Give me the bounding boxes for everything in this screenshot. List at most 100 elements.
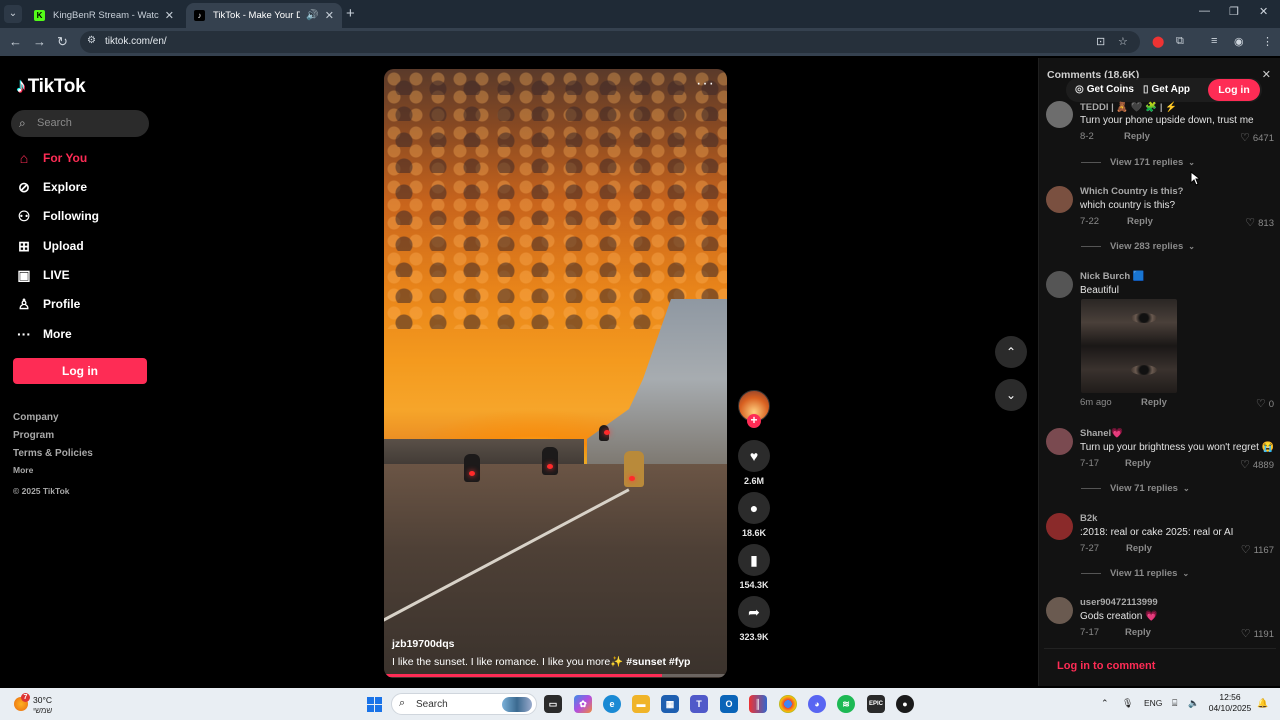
save-button[interactable]: ▮ bbox=[738, 544, 770, 576]
extension-icon[interactable]: ⬤ bbox=[1152, 35, 1164, 48]
tab-search-button[interactable]: ⌄ bbox=[4, 5, 22, 23]
tab-kingbenr[interactable]: K KingBenR Stream - Watch Live ✕ bbox=[26, 3, 182, 28]
video-username[interactable]: jzb19700dqs bbox=[392, 638, 454, 650]
reply-button[interactable]: Reply bbox=[1141, 397, 1167, 408]
speaker-icon[interactable]: 🔊 bbox=[306, 10, 318, 21]
footer-company-link[interactable]: Company bbox=[13, 412, 59, 423]
taskbar-clock[interactable]: 12:56 04/10/2025 bbox=[1208, 692, 1252, 714]
commenter-avatar[interactable] bbox=[1046, 271, 1073, 298]
hashtag-link[interactable]: #fyp bbox=[669, 656, 691, 668]
close-tab-icon[interactable]: ✕ bbox=[165, 9, 174, 22]
commenter-name[interactable]: user90472113999 bbox=[1080, 597, 1158, 608]
install-app-icon[interactable]: ⊡ bbox=[1096, 35, 1105, 48]
nav-profile[interactable]: ♙ Profile bbox=[16, 294, 81, 314]
video-player[interactable]: ··· jzb19700dqs I like the sunset. I lik… bbox=[384, 69, 727, 678]
tiktok-logo[interactable]: ♪ TikTok bbox=[16, 75, 86, 98]
share-button[interactable]: ➦ bbox=[738, 596, 770, 628]
forward-icon[interactable]: → bbox=[33, 34, 46, 49]
comment-image[interactable] bbox=[1081, 299, 1177, 393]
get-app-button[interactable]: ▯ Get App bbox=[1143, 84, 1190, 95]
notification-bell-icon[interactable]: 🔔 bbox=[1257, 698, 1268, 709]
minimize-button[interactable]: — bbox=[1199, 5, 1210, 17]
footer-terms-link[interactable]: Terms & Policies bbox=[13, 448, 93, 459]
copilot-icon[interactable]: ✿ bbox=[574, 695, 592, 713]
login-to-comment-bar[interactable]: Log in to comment bbox=[1044, 648, 1276, 680]
commenter-avatar[interactable] bbox=[1046, 186, 1073, 213]
nav-upload[interactable]: ⊞ Upload bbox=[16, 236, 84, 256]
reply-button[interactable]: Reply bbox=[1125, 627, 1151, 638]
comment-button[interactable]: ● bbox=[738, 492, 770, 524]
nav-more[interactable]: ··· More bbox=[16, 324, 72, 344]
site-info-icon[interactable]: ⚙ bbox=[87, 35, 96, 46]
address-bar[interactable]: ⚙ tiktok.com/en/ bbox=[80, 31, 1140, 53]
app-red-icon[interactable]: ● bbox=[896, 695, 914, 713]
weather-widget[interactable]: 7 30°C שמשי bbox=[12, 693, 72, 717]
nav-live[interactable]: ▣ LIVE bbox=[16, 265, 69, 285]
windows-start-icon[interactable] bbox=[367, 697, 382, 712]
language-indicator[interactable]: ENG bbox=[1144, 698, 1162, 708]
commenter-avatar[interactable] bbox=[1046, 513, 1073, 540]
commenter-avatar[interactable] bbox=[1046, 101, 1073, 128]
chrome-icon[interactable] bbox=[779, 695, 797, 713]
view-replies-button[interactable]: View 11 replies ⌄ bbox=[1081, 568, 1189, 579]
footer-program-link[interactable]: Program bbox=[13, 430, 54, 441]
sidebar-login-button[interactable]: Log in bbox=[13, 358, 147, 384]
tab-tiktok[interactable]: ♪ TikTok - Make Your Day 🔊 ✕ bbox=[186, 3, 342, 28]
commenter-avatar[interactable] bbox=[1046, 597, 1073, 624]
commenter-avatar[interactable] bbox=[1046, 428, 1073, 455]
comment-like-button[interactable]: ♡ 0 bbox=[1256, 397, 1274, 410]
reply-button[interactable]: Reply bbox=[1124, 131, 1150, 142]
close-window-button[interactable]: ✕ bbox=[1259, 5, 1268, 18]
extensions-puzzle-icon[interactable]: ⧉ bbox=[1176, 35, 1184, 48]
follow-plus-icon[interactable]: + bbox=[747, 414, 761, 428]
reply-button[interactable]: Reply bbox=[1125, 458, 1151, 469]
comment-like-button[interactable]: ♡ 813 bbox=[1245, 216, 1274, 229]
commenter-name[interactable]: Nick Burch 🟦 bbox=[1080, 271, 1145, 282]
video-more-options-icon[interactable]: ··· bbox=[696, 75, 715, 93]
view-replies-button[interactable]: View 171 replies ⌄ bbox=[1081, 157, 1195, 168]
spotify-icon[interactable]: ≋ bbox=[837, 695, 855, 713]
reading-list-icon[interactable]: ≡ bbox=[1211, 35, 1217, 47]
file-explorer-icon[interactable]: ▬ bbox=[632, 695, 650, 713]
next-video-button[interactable]: ⌄ bbox=[995, 379, 1027, 411]
nav-following[interactable]: ⚇ Following bbox=[16, 206, 99, 226]
store-icon[interactable]: ▦ bbox=[661, 695, 679, 713]
teams-icon[interactable]: T bbox=[690, 695, 708, 713]
header-login-button[interactable]: Log in bbox=[1208, 79, 1260, 101]
back-icon[interactable]: ← bbox=[9, 34, 22, 49]
close-tab-icon[interactable]: ✕ bbox=[325, 9, 334, 22]
hashtag-link[interactable]: #sunset bbox=[626, 656, 666, 668]
commenter-name[interactable]: Shanel💗 bbox=[1080, 428, 1123, 439]
view-replies-button[interactable]: View 283 replies ⌄ bbox=[1081, 241, 1195, 252]
epic-games-icon[interactable]: EPIC bbox=[867, 695, 885, 713]
taskbar-search[interactable]: ⌕ Search bbox=[391, 693, 537, 715]
view-replies-button[interactable]: View 71 replies ⌄ bbox=[1081, 483, 1190, 494]
discord-icon[interactable]: ◕ bbox=[808, 695, 826, 713]
previous-video-button[interactable]: ⌃ bbox=[995, 336, 1027, 368]
bookmark-star-icon[interactable]: ☆ bbox=[1118, 35, 1128, 48]
reply-button[interactable]: Reply bbox=[1126, 543, 1152, 554]
footer-more-link[interactable]: More bbox=[13, 465, 33, 475]
browser-menu-icon[interactable]: ⋮ bbox=[1262, 35, 1273, 48]
network-icon[interactable]: ⌸ bbox=[1172, 698, 1177, 709]
comment-like-button[interactable]: ♡ 4889 bbox=[1240, 458, 1274, 471]
comment-like-button[interactable]: ♡ 1191 bbox=[1241, 627, 1274, 640]
volume-icon[interactable]: 🔈 bbox=[1188, 698, 1199, 709]
maximize-button[interactable]: ❐ bbox=[1229, 5, 1239, 18]
get-coins-button[interactable]: ◎ Get Coins bbox=[1075, 84, 1134, 95]
comment-like-button[interactable]: ♡ 1167 bbox=[1241, 543, 1274, 556]
new-tab-button[interactable]: + bbox=[346, 5, 355, 22]
profile-avatar-icon[interactable]: ◉ bbox=[1234, 35, 1244, 48]
like-button[interactable]: ♥ bbox=[738, 440, 770, 472]
close-comments-icon[interactable]: ✕ bbox=[1262, 68, 1271, 81]
login-to-comment-link[interactable]: Log in to comment bbox=[1057, 660, 1155, 672]
app-icon[interactable]: ║ bbox=[749, 695, 767, 713]
outlook-icon[interactable]: O bbox=[720, 695, 738, 713]
search-input[interactable]: ⌕ Search bbox=[11, 110, 149, 137]
edge-icon[interactable]: e bbox=[603, 695, 621, 713]
task-view-icon[interactable]: ▭ bbox=[544, 695, 562, 713]
nav-for-you[interactable]: ⌂ For You bbox=[16, 148, 87, 168]
reload-icon[interactable]: ↻ bbox=[57, 34, 68, 50]
reply-button[interactable]: Reply bbox=[1127, 216, 1153, 227]
tray-overflow-icon[interactable]: ⌃ bbox=[1101, 698, 1109, 709]
